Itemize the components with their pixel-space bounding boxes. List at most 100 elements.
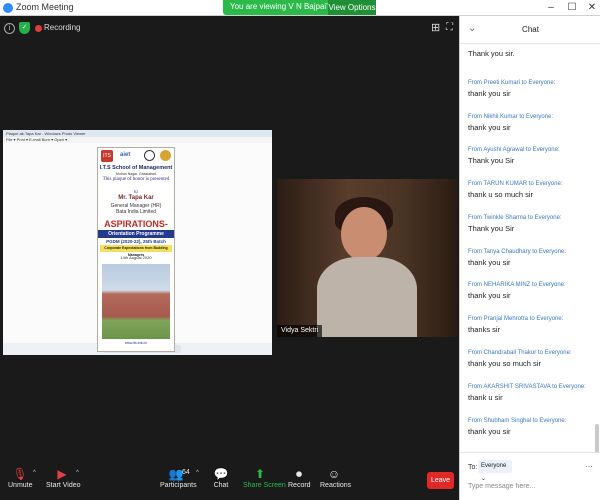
- plaque-date: 14th August 2020: [120, 255, 152, 260]
- chat-message: From Twinkle Sharma to Everyone: Thank y…: [468, 215, 592, 233]
- unmute-button[interactable]: 🎙 Unmute: [8, 467, 33, 497]
- chat-message-sender: From Nikhil Kumar to Everyone:: [468, 114, 554, 120]
- plaque-designation: General Manager (HR) Bata India Limited: [98, 203, 174, 215]
- plaque-presented: This plaque of honor is presented: [102, 177, 170, 182]
- recording-label: Recording: [44, 23, 81, 32]
- chat-message-sender: From AKARSHIT SRIVASTAVA to Everyone:: [468, 384, 586, 390]
- participant-video-tile[interactable]: Vidya Sektri: [277, 179, 457, 337]
- minimize-button[interactable]: –: [544, 1, 558, 14]
- record-label: Record: [288, 482, 311, 489]
- plaque-programme: Orientation Programme: [98, 230, 174, 238]
- chat-scrollbar[interactable]: [595, 424, 599, 452]
- chat-message-sender: From Ayushi Agrawal to Everyone:: [468, 147, 560, 153]
- chat-to-label: To:: [468, 464, 478, 471]
- microphone-muted-icon: 🎙: [12, 467, 28, 481]
- aiet-logo: aiet: [120, 152, 131, 158]
- start-video-label: Start Video: [46, 482, 81, 489]
- chat-message-sender: From Twinkle Sharma to Everyone:: [468, 215, 562, 221]
- record-icon: ⏺: [295, 467, 302, 481]
- recording-icon: [35, 25, 42, 32]
- unmute-label: Unmute: [8, 482, 33, 489]
- chat-header: ⌄ Chat: [460, 16, 600, 44]
- zoom-app-icon: [3, 3, 13, 13]
- reactions-button[interactable]: ☺ Reactions: [320, 467, 351, 497]
- plaque-image: ITS aiet I.T.S School of Management Moha…: [97, 147, 175, 352]
- share-screen-icon: ⬆: [254, 467, 266, 481]
- grid-view-icon[interactable]: ⊞: [431, 23, 442, 34]
- reactions-icon: ☺: [327, 467, 341, 481]
- chat-message-text: thank u so much sir: [468, 190, 534, 199]
- chat-message: From NEHARIKA MINZ to Everyone: thank yo…: [468, 282, 592, 300]
- plaque-logos: ITS aiet: [98, 148, 174, 164]
- chat-message: From TARUN KUMAR to Everyone: thank u so…: [468, 181, 592, 199]
- chat-message-text: thank u sir: [468, 393, 503, 402]
- plaque-school: I.T.S School of Management: [99, 165, 173, 171]
- chat-message: From Nikhil Kumar to Everyone: thank you…: [468, 114, 592, 132]
- chat-message-list[interactable]: Thank you sir. From Preeti Kumari to Eve…: [460, 44, 600, 452]
- top-status-bar: i ✓ Recording ⊞ ⛶: [0, 16, 459, 44]
- info-icon[interactable]: i: [4, 23, 15, 34]
- share-screen-label: Share Screen: [243, 482, 286, 489]
- leave-button[interactable]: Leave: [427, 472, 454, 489]
- fullscreen-icon[interactable]: ⛶: [446, 23, 456, 33]
- chat-message: From Shubham Singhal to Everyone: thank …: [468, 418, 592, 436]
- chat-message-text: thank you sir: [468, 89, 511, 98]
- chat-message: From Ayushi Agrawal to Everyone: Thank y…: [468, 147, 592, 165]
- start-video-button[interactable]: ▶ Start Video: [46, 467, 81, 497]
- participants-count: 64: [182, 469, 190, 476]
- video-person-body: [317, 257, 417, 337]
- plaque-recipient-name: Mr. Tapa Kar: [118, 195, 154, 201]
- chat-message-text: Thank you Sir: [468, 156, 515, 165]
- plaque-place: Mohan Nagar, Ghaziabad: [116, 172, 156, 176]
- audio-options-caret-icon[interactable]: ^: [33, 470, 36, 476]
- chat-compose: To: Everyone ⌄ ⋯: [460, 452, 600, 500]
- chat-message-sender: From Tanya Chaudhary to Everyone:: [468, 249, 566, 255]
- chat-message-text: Thank you Sir: [468, 224, 515, 233]
- record-button[interactable]: ⏺ Record: [288, 467, 311, 497]
- share-screen-button[interactable]: ⬆ Share Screen: [243, 467, 286, 497]
- close-window-button[interactable]: ✕: [585, 1, 599, 14]
- plaque-batch: PGDM (2020-22), 25th Batch: [106, 239, 166, 244]
- chat-panel: ⌄ Chat Thank you sir. From Preeti Kumari…: [459, 16, 600, 500]
- chat-message-text: thank you so much sir: [468, 359, 541, 368]
- more-options-icon[interactable]: ⋯: [585, 462, 593, 471]
- chat-message-sender: From Chandrabali Thakur to Everyone:: [468, 350, 572, 356]
- chat-message-sender: From Preeti Kumari to Everyone:: [468, 80, 556, 86]
- participant-name-label: Vidya Sektri: [277, 325, 323, 337]
- plaque-website: www.its.edu.in: [124, 341, 148, 345]
- chat-message-sender: From TARUN KUMAR to Everyone:: [468, 181, 563, 187]
- chat-button[interactable]: 💬 Chat: [211, 467, 231, 497]
- chat-message-text: thanks sir: [468, 325, 501, 334]
- chat-title: Chat: [522, 25, 539, 34]
- shield-icon[interactable]: ✓: [19, 22, 30, 34]
- video-off-icon: ▶: [57, 467, 67, 481]
- chat-message-text: thank you sir: [468, 258, 511, 267]
- chat-message: From Pranjal Mehrotra to Everyone: thank…: [468, 316, 592, 334]
- video-options-caret-icon[interactable]: ^: [76, 470, 79, 476]
- participants-options-caret-icon[interactable]: ^: [196, 470, 199, 476]
- chat-message-sender: From Shubham Singhal to Everyone:: [468, 418, 567, 424]
- emblem-logo: [144, 150, 155, 161]
- chat-label: Chat: [213, 482, 229, 489]
- chat-message-text: thank you sir: [468, 123, 511, 132]
- chat-recipient-select[interactable]: Everyone ⌄: [478, 460, 512, 482]
- chat-message-text: thank you sir: [468, 427, 511, 436]
- maximize-button[interactable]: ☐: [565, 1, 579, 14]
- chat-message: From Preeti Kumari to Everyone: thank yo…: [468, 80, 592, 98]
- chat-message-sender: From NEHARIKA MINZ to Everyone:: [468, 282, 566, 288]
- plaque-designation-line-2: Bata India Limited: [115, 209, 157, 215]
- chat-message-text: thank you sir: [468, 291, 511, 300]
- view-options-button[interactable]: View Options ⌄: [328, 0, 376, 27]
- chat-message-sender: From Pranjal Mehrotra to Everyone:: [468, 316, 564, 322]
- chat-message: From Chandrabali Thakur to Everyone: tha…: [468, 350, 592, 368]
- chat-message-input[interactable]: [468, 479, 594, 493]
- chat-message: From Tanya Chaudhary to Everyone: thank …: [468, 249, 592, 267]
- participants-label: Participants: [160, 482, 197, 489]
- chat-message: From AKARSHIT SRIVASTAVA to Everyone: th…: [468, 384, 592, 402]
- meeting-toolbar: 🎙 Unmute ^ ▶ Start Video ^ 👥 Participant…: [0, 464, 459, 500]
- chat-message: Thank you sir.: [468, 46, 592, 58]
- seal-logo: [160, 150, 171, 161]
- share-banner: You are viewing V N Bajpai's screen View…: [223, 0, 376, 27]
- plaque-to: to: [134, 189, 138, 194]
- chat-message-text: Thank you sir.: [468, 49, 515, 58]
